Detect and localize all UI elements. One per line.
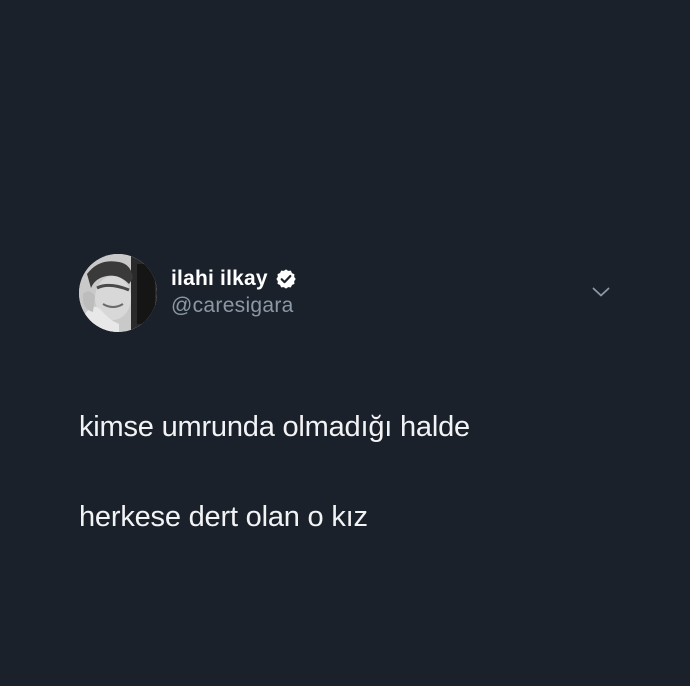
chevron-down-icon[interactable] (592, 286, 610, 298)
user-handle[interactable]: @caresigara (171, 294, 297, 318)
tweet-text-line-1: kimse umrunda olmadığı halde (79, 411, 470, 443)
verified-badge-icon (276, 269, 296, 289)
tweet-screenshot: ilahi ilkay @caresigara kimse umrunda ol… (0, 0, 690, 686)
tweet-card: ilahi ilkay @caresigara kimse umrunda ol… (79, 254, 619, 585)
tweet-text: kimse umrunda olmadığı halde herkese der… (79, 360, 619, 585)
tweet-text-line-2: herkese dert olan o kız (79, 501, 368, 533)
tweet-header: ilahi ilkay @caresigara (79, 254, 619, 334)
display-name[interactable]: ilahi ilkay (171, 267, 268, 291)
author-names: ilahi ilkay @caresigara (171, 266, 297, 318)
profile-photo-icon (79, 254, 157, 332)
avatar[interactable] (79, 254, 157, 332)
display-name-row: ilahi ilkay (171, 266, 297, 292)
